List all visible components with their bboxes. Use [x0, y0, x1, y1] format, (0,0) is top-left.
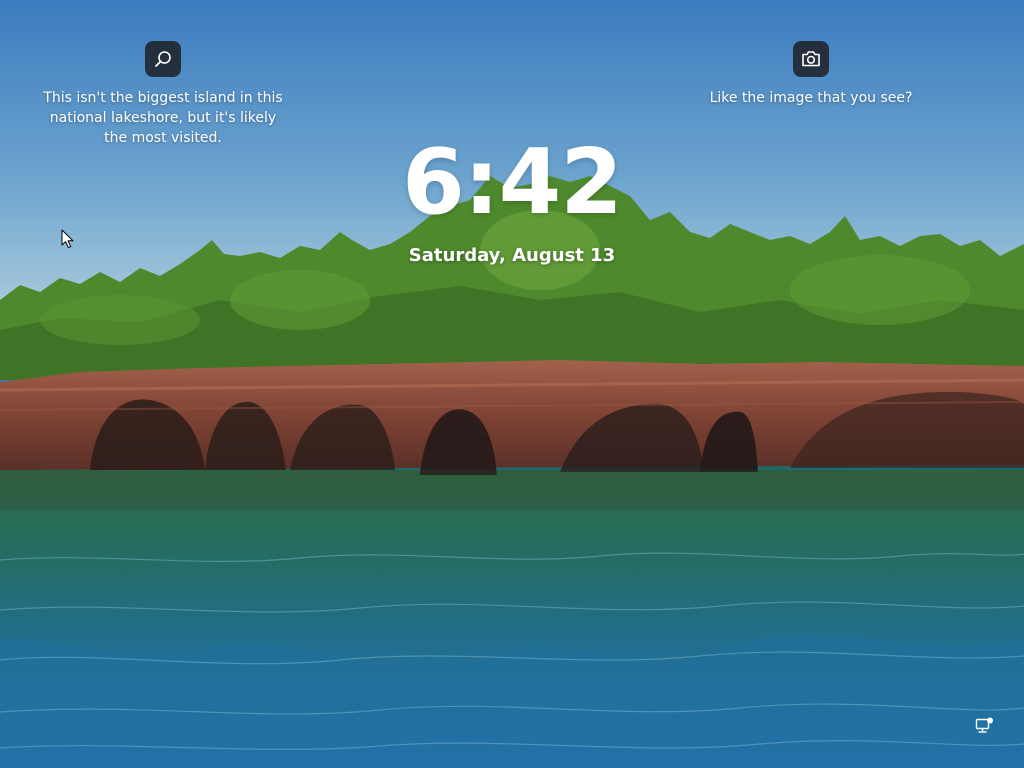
spotlight-like-caption: Like the image that you see? [709, 90, 913, 106]
spotlight-info-caption: This isn't the biggest island in this na… [43, 90, 283, 146]
lock-screen-date: Saturday, August 13 [408, 245, 616, 266]
network-status-button[interactable] [974, 716, 994, 736]
mouse-cursor-icon [61, 229, 74, 249]
network-icon [975, 717, 993, 733]
spotlight-info-button[interactable] [145, 41, 181, 77]
camera-icon [802, 51, 820, 67]
search-icon [155, 51, 171, 67]
spotlight-like-button[interactable] [793, 41, 829, 77]
lock-screen-clock: 6:42 [402, 130, 623, 235]
lock-screen[interactable]: This isn't the biggest island in this na… [0, 0, 1024, 768]
